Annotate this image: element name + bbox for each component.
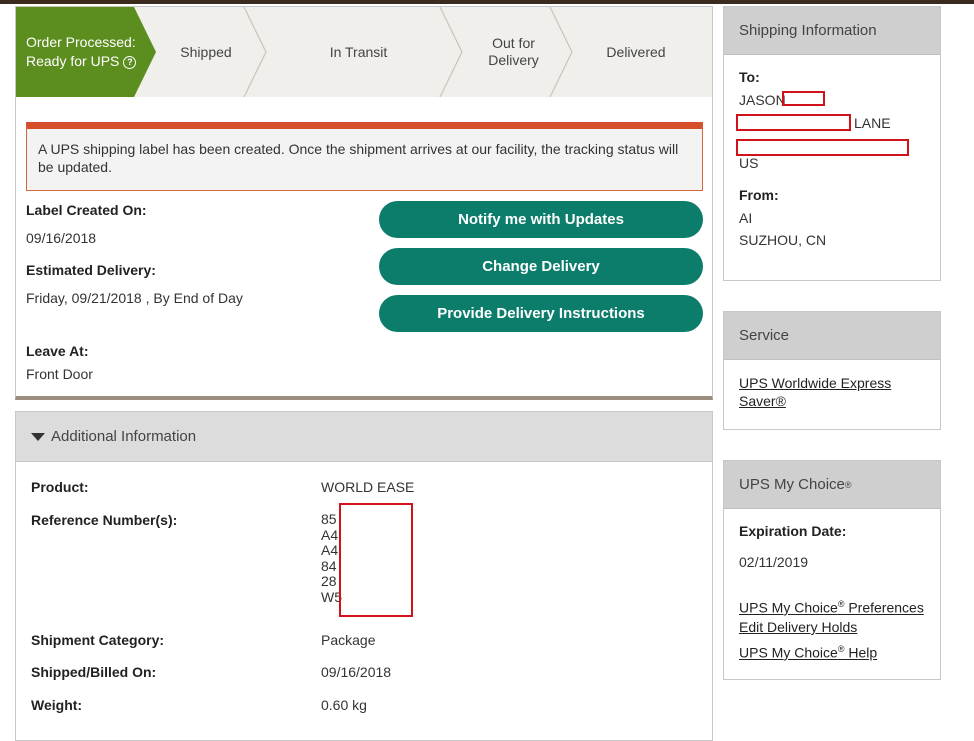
reference-label: Reference Number(s): [31,512,178,528]
step-shipped: Shipped [180,43,232,60]
progress-tracker: Order Processed: Ready for UPS? Shipped … [16,7,712,97]
estimated-delivery-value: Friday, 09/21/2018 , By End of Day [26,290,243,306]
service-card: Service UPS Worldwide Express Saver® [723,311,941,430]
step-out-line1: Out for [492,35,535,51]
redaction-box [339,503,413,617]
from-label: From: [739,187,779,203]
service-link-line2[interactable]: Saver® [739,392,891,410]
caret-down-icon [31,432,45,441]
help-link-text[interactable]: UPS My Choice [739,645,838,661]
notify-updates-button[interactable]: Notify me with Updates [379,201,703,238]
my-choice-preferences-link[interactable]: UPS My Choice® Preferences [739,595,924,617]
step-out-line2: Delivery [488,52,539,68]
estimated-delivery-label: Estimated Delivery: [26,262,156,278]
service-link-line1[interactable]: UPS Worldwide Express [739,374,891,392]
additional-info-title: Additional Information [51,428,197,445]
shipping-info-title: Shipping Information [724,7,940,55]
service-link[interactable]: UPS Worldwide Express Saver® [739,374,891,410]
my-choice-help-link[interactable]: UPS My Choice® Help [739,640,877,662]
step-active-line2: Ready for UPS [26,53,120,69]
expiration-value: 02/11/2019 [739,554,809,570]
help-icon[interactable]: ? [123,56,137,69]
from-city: SUZHOU, CN [739,232,827,248]
leave-at-value: Front Door [26,366,93,382]
to-street: LANE [854,115,891,131]
my-choice-title: UPS My Choice ® [724,461,940,509]
edit-delivery-holds-link[interactable]: Edit Delivery Holds [739,618,857,636]
shipment-category-value: Package [321,632,376,648]
shipment-category-label: Shipment Category: [31,632,165,648]
change-delivery-button[interactable]: Change Delivery [379,248,703,285]
step-active-line1: Order Processed: [26,34,136,50]
to-country: US [739,155,759,171]
redaction-box [782,91,825,106]
my-choice-card: UPS My Choice ® Expiration Date: 02/11/20… [723,460,941,680]
step-out-for-delivery: Out for Delivery [471,7,556,97]
expiration-label: Expiration Date: [739,523,847,539]
redaction-box [736,114,851,131]
pref-link-suffix[interactable]: Preferences [844,600,924,616]
step-delivered: Delivered [606,43,666,60]
from-name: AI [739,210,753,226]
shipped-billed-label: Shipped/Billed On: [31,664,157,680]
product-label: Product: [31,479,89,495]
to-label: To: [739,69,760,85]
step-order-processed: Order Processed: Ready for UPS? [26,7,137,97]
additional-info-toggle[interactable]: Additional Information [16,412,712,462]
pref-link-text[interactable]: UPS My Choice [739,600,838,616]
registered-mark: ® [844,479,852,490]
top-bar [0,0,974,4]
alert-text: A UPS shipping label has been created. O… [38,141,679,175]
label-created-label: Label Created On: [26,202,147,218]
product-value: WORLD EASE [321,479,415,495]
delivery-instructions-button[interactable]: Provide Delivery Instructions [379,295,703,332]
shipped-billed-value: 09/16/2018 [321,664,392,680]
help-link-suffix[interactable]: Help [844,645,877,661]
to-name: JASON [739,92,786,108]
redaction-box [736,139,909,156]
weight-value: 0.60 kg [321,697,367,713]
status-alert: A UPS shipping label has been created. O… [26,122,703,191]
weight-label: Weight: [31,697,83,713]
leave-at-label: Leave At: [26,343,89,359]
my-choice-title-text: UPS My Choice [739,476,845,493]
service-title: Service [724,312,940,360]
label-created-value: 09/16/2018 [26,230,97,246]
tracking-panel: Order Processed: Ready for UPS? Shipped … [15,6,713,400]
step-in-transit: In Transit [329,43,388,60]
